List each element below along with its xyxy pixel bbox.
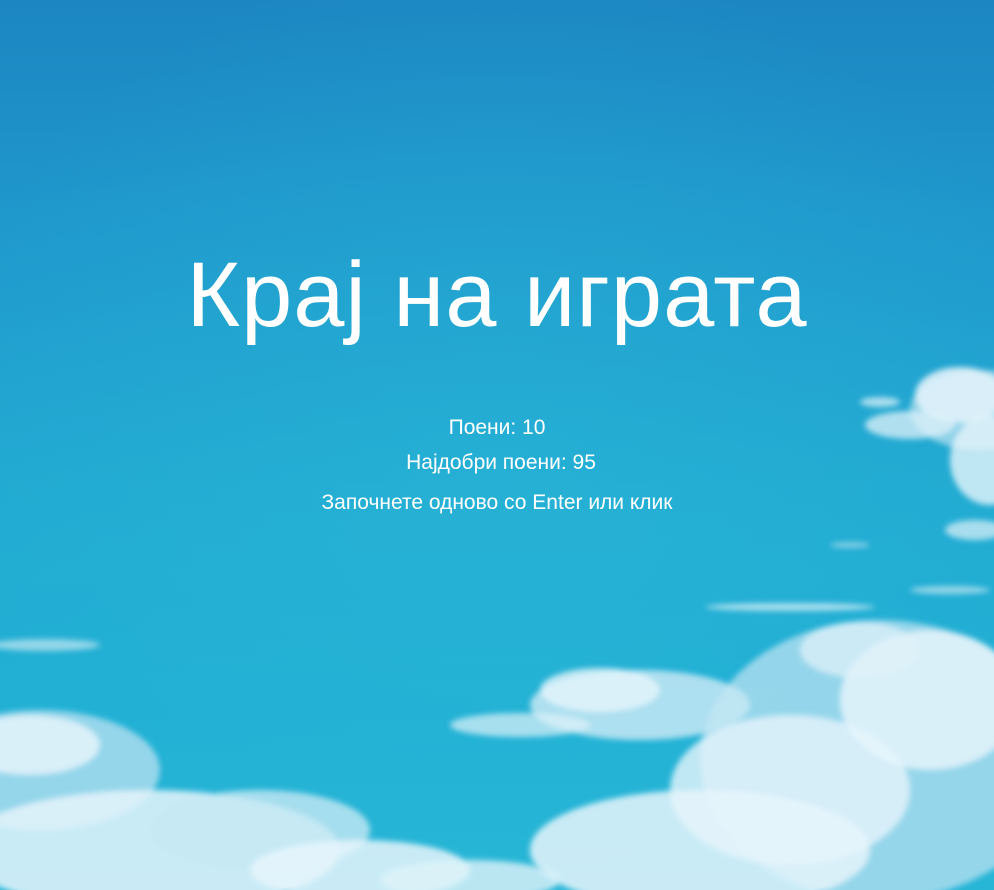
best-score: Најдобри поени: 95	[406, 451, 596, 474]
current-score: Поени: 10	[448, 416, 546, 439]
restart-hint: Започнете одново со Enter или клик	[321, 491, 673, 514]
game-over-screen[interactable]: Крај на играта Поени: 10 Најдобри поени:…	[0, 0, 994, 890]
game-over-title: Крај на играта	[186, 244, 808, 346]
cloudy-sky-background	[0, 0, 994, 890]
